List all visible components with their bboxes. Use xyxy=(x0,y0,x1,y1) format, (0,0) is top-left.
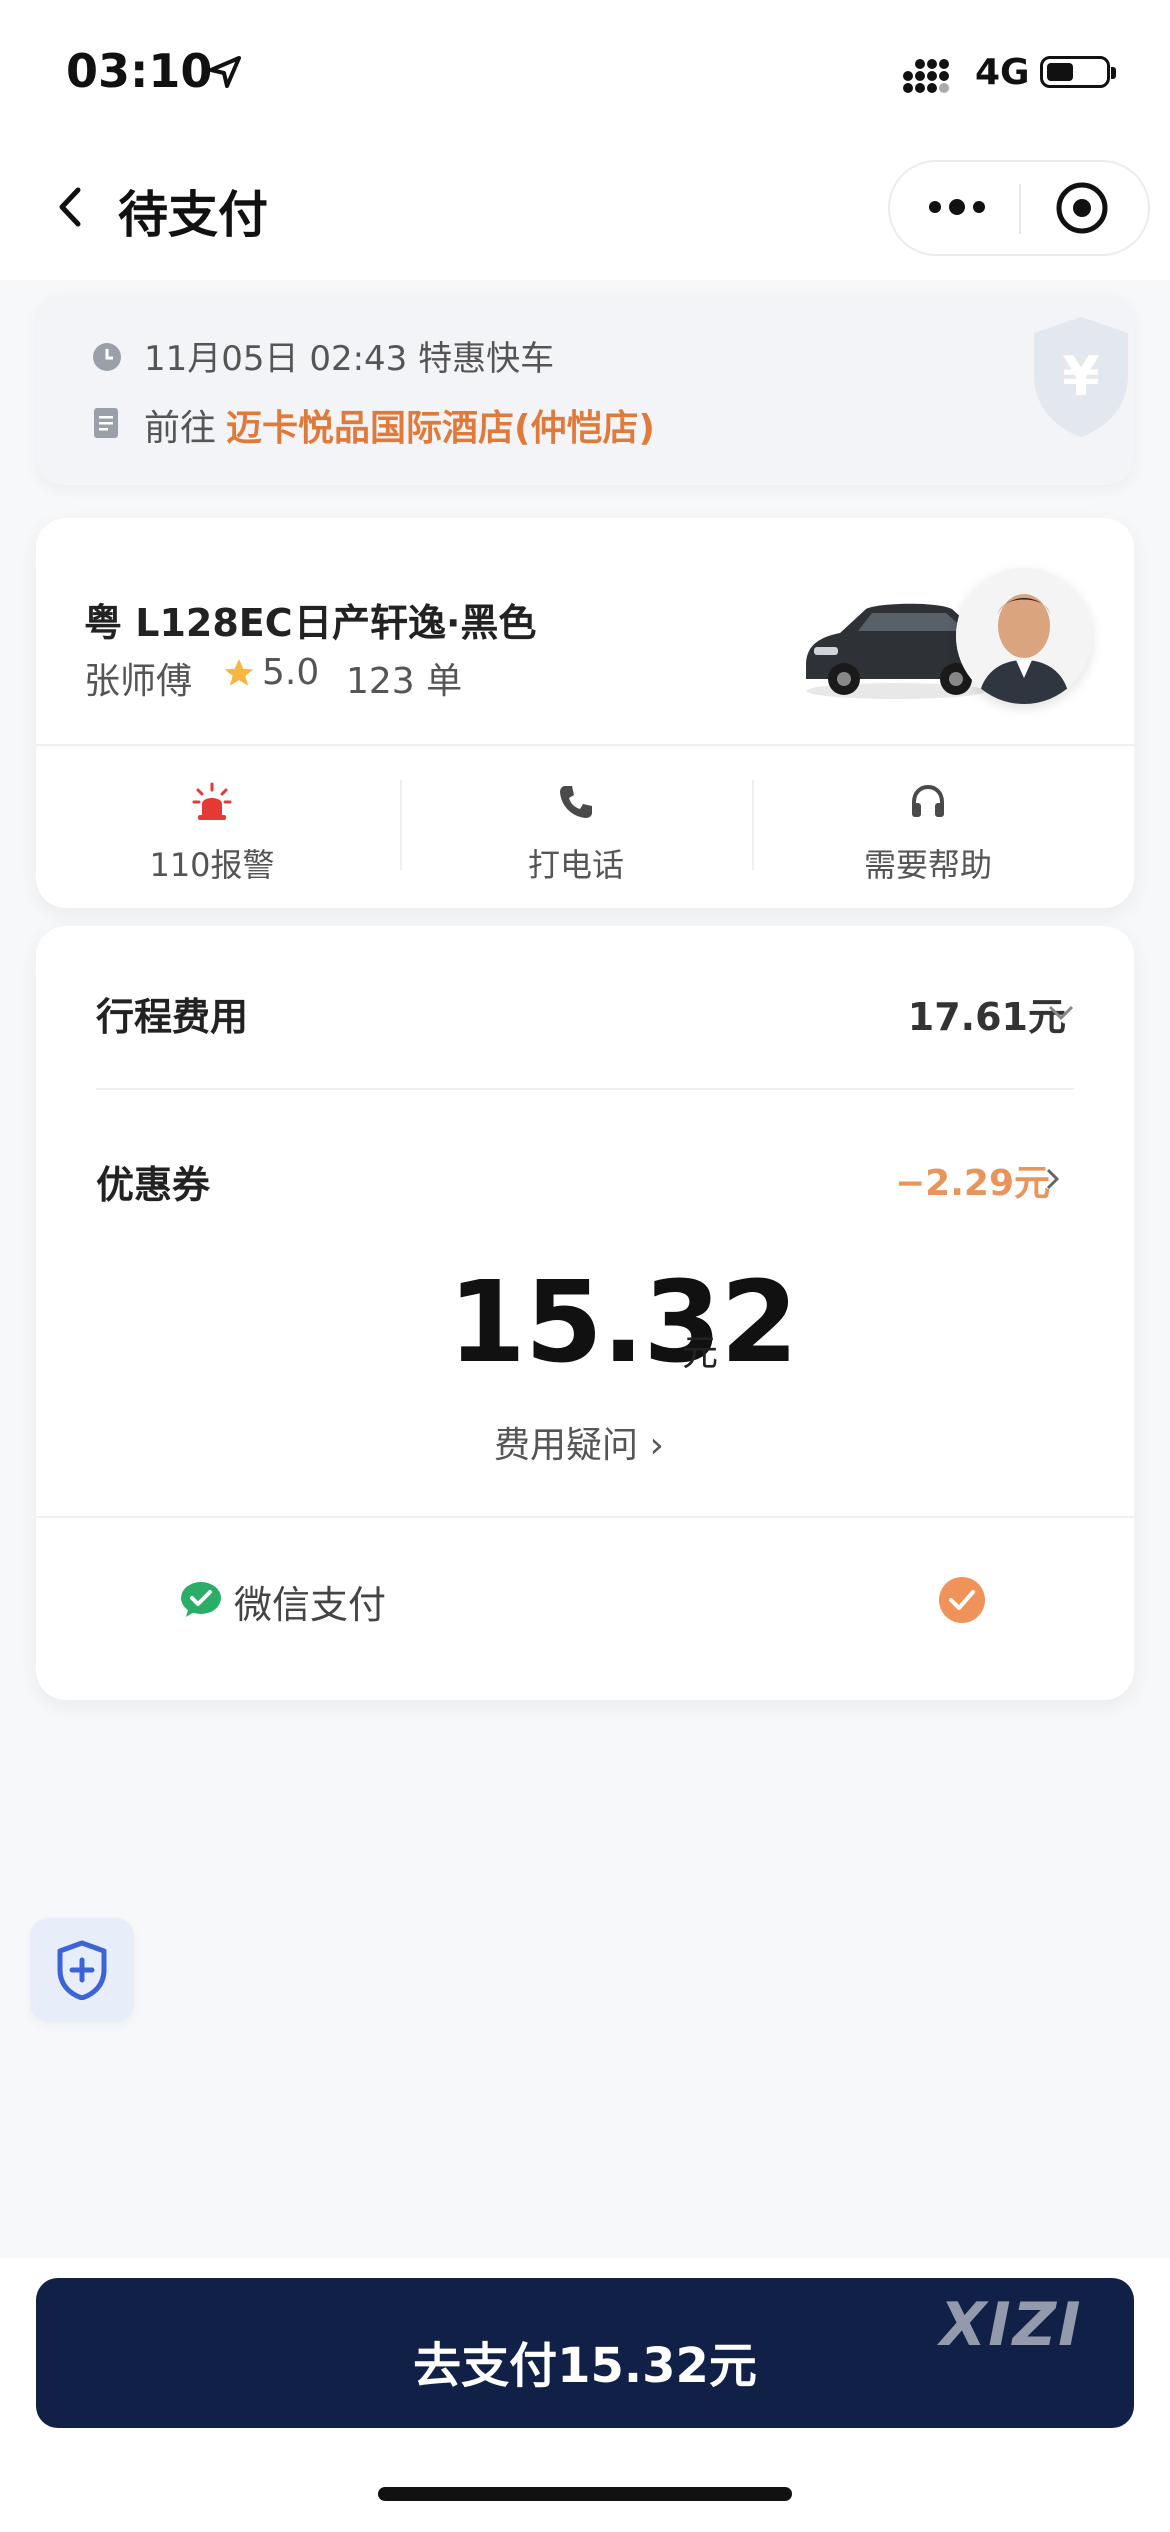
call-label: 打电话 xyxy=(527,846,624,884)
check-circle-icon[interactable] xyxy=(938,1576,986,1624)
driver-orders: 123 单 xyxy=(346,661,463,702)
driver-name: 张师傅 xyxy=(84,661,193,702)
wechat-pay-icon xyxy=(181,1582,221,1617)
fee-doubt-link[interactable]: 费用疑问 › xyxy=(494,1416,664,1468)
chevron-down-icon[interactable] xyxy=(1046,1002,1076,1024)
svg-text:¥: ¥ xyxy=(1062,345,1100,408)
coupon-label: 优惠券 xyxy=(96,1163,211,1207)
more-dots-icon[interactable] xyxy=(928,198,986,216)
driver-avatar xyxy=(956,568,1092,704)
cellular-signal-icon xyxy=(903,59,949,93)
alarm-110-button[interactable]: 110报警 xyxy=(36,744,388,908)
driver-card: 粤 L128EC 日产轩逸·黑色 张师傅 5.0 123 单 110报警 打电话… xyxy=(36,518,1134,908)
call-driver-button[interactable]: 打电话 xyxy=(400,744,752,908)
trip-fee-label: 行程费用 xyxy=(96,995,249,1039)
shield-plus-icon xyxy=(57,1940,107,2000)
help-button[interactable]: 需要帮助 xyxy=(752,744,1104,908)
destination: 迈卡悦品国际酒店(仲恺店) xyxy=(226,408,655,449)
back-arrow-icon[interactable] xyxy=(52,182,88,232)
alarm-icon xyxy=(192,782,232,820)
home-indicator[interactable] xyxy=(378,2487,792,2501)
help-label: 需要帮助 xyxy=(863,846,992,884)
divider xyxy=(96,1088,1074,1090)
car-model: 日产轩逸·黑色 xyxy=(294,601,537,645)
star-icon xyxy=(224,658,254,686)
phone-icon xyxy=(560,786,592,818)
coupon-value[interactable]: −2.29元 xyxy=(856,1154,1050,1206)
safety-shield-button[interactable] xyxy=(30,1918,134,2022)
watermark: XIZI xyxy=(940,2290,1083,2360)
avatar-portrait-icon xyxy=(956,568,1092,704)
network-type: 4G xyxy=(975,52,1030,93)
driver-rating: 5.0 xyxy=(262,652,320,693)
battery-icon xyxy=(1040,56,1116,88)
total-unit: 元 xyxy=(682,1333,719,1374)
total-amount: 15.32 xyxy=(448,1258,798,1388)
fee-card: 行程费用 17.61元 优惠券 −2.29元 15.32 元 费用疑问 › 微信… xyxy=(36,926,1134,1700)
page-title: 待支付 xyxy=(118,186,268,244)
close-target-icon[interactable] xyxy=(1054,180,1110,236)
trip-info-card: 11月05日 02:43 特惠快车 前往 迈卡悦品国际酒店(仲恺店) ¥ xyxy=(36,295,1134,485)
chevron-right-icon[interactable] xyxy=(1044,1164,1062,1194)
trip-fee-value[interactable]: 17.61元 xyxy=(856,986,1066,1041)
headset-icon xyxy=(912,784,944,817)
document-icon xyxy=(94,408,118,438)
alarm-label: 110报警 xyxy=(149,846,275,884)
license-plate: 粤 L128EC xyxy=(84,601,293,645)
yuan-shield-icon: ¥ xyxy=(1034,317,1128,437)
goto-label: 前往 xyxy=(144,408,217,449)
location-arrow-icon xyxy=(209,56,241,88)
payment-method-label[interactable]: 微信支付 xyxy=(234,1574,386,1629)
trip-datetime: 11月05日 02:43 特惠快车 xyxy=(144,339,555,379)
status-time: 03:10 xyxy=(66,44,213,98)
clock-icon xyxy=(93,343,121,371)
divider xyxy=(36,1516,1134,1518)
